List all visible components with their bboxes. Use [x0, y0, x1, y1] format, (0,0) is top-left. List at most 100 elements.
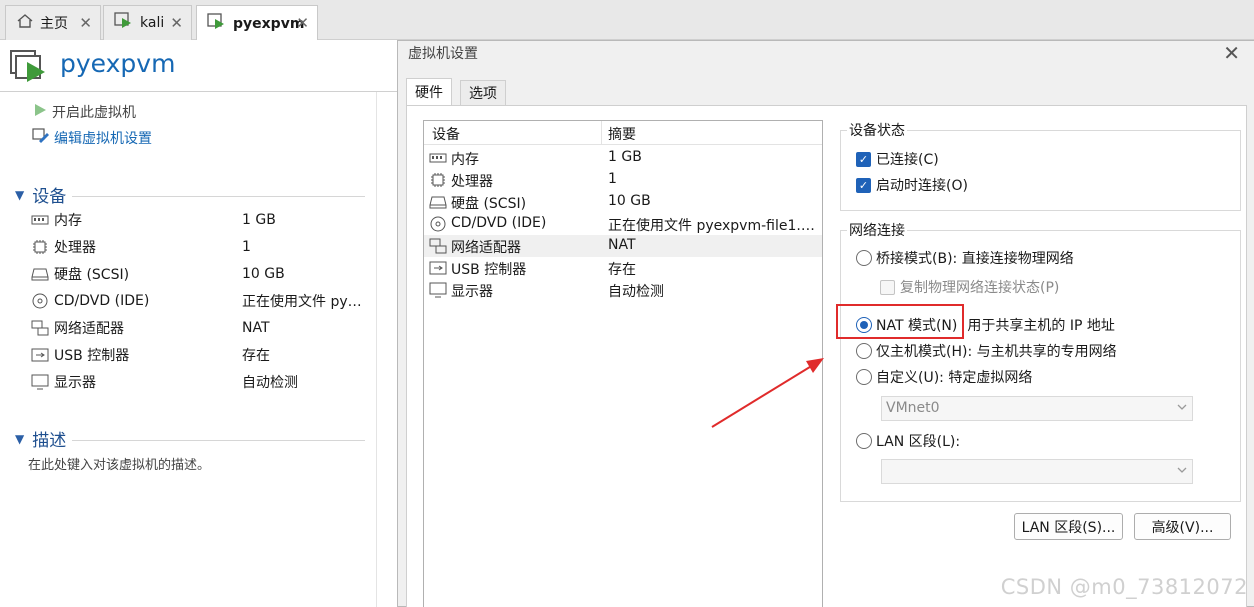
lan-segments-button[interactable]: LAN 区段(S)... — [1014, 513, 1123, 540]
power-on-action[interactable]: 开启此虚拟机 — [32, 102, 136, 122]
home-icon — [16, 13, 34, 33]
device-list-row-memory[interactable]: 内存 1 GB — [424, 147, 822, 169]
chevron-down-icon — [1176, 401, 1188, 413]
tab-kali[interactable]: kali ✕ — [103, 5, 192, 40]
custom-label: 自定义(U): 特定虚拟网络 — [876, 370, 1033, 386]
device-row-memory[interactable]: 内存 1 GB — [30, 209, 370, 231]
column-header-device[interactable]: 设备 — [432, 124, 460, 144]
replicate-physical-state-label: 复制物理网络连接状态(P) — [900, 280, 1060, 296]
lan-segment-select[interactable] — [881, 459, 1193, 484]
close-icon[interactable]: ✕ — [1223, 41, 1240, 65]
tab-hardware-label: 硬件 — [415, 85, 443, 101]
memory-icon — [429, 150, 447, 166]
device-summary: 自动检测 — [608, 284, 664, 300]
tab-home[interactable]: 主页 ✕ — [5, 5, 101, 40]
device-summary: 1 GB — [608, 149, 642, 165]
annotation-arrow-icon — [711, 358, 824, 428]
device-row-monitor[interactable]: 显示器 自动检测 — [30, 371, 370, 393]
edit-settings-action[interactable]: 编辑虚拟机设置 — [32, 128, 152, 148]
watermark: CSDN @m0_73812072 — [1000, 575, 1248, 599]
close-icon[interactable]: ✕ — [296, 14, 309, 32]
device-summary: 自动检测 — [242, 375, 298, 391]
device-list-row-usb[interactable]: USB 控制器 存在 — [424, 257, 822, 279]
vm-title: pyexpvm — [60, 49, 176, 78]
replicate-physical-state-checkbox[interactable]: 复制物理网络连接状态(P) — [880, 277, 1059, 297]
vm-settings-dialog: 虚拟机设置 ✕ 硬件 选项 设备 摘要 内存 1 GB 处理器 1 硬盘 (SC… — [397, 40, 1254, 607]
device-summary: 10 GB — [608, 193, 651, 209]
play-icon — [32, 102, 48, 122]
lan-segments-button-label: LAN 区段(S)... — [1021, 519, 1116, 536]
host-only-label: 仅主机模式(H): 与主机共享的专用网络 — [876, 344, 1117, 360]
checkmark-icon: ✓ — [856, 177, 871, 193]
device-summary: 存在 — [242, 348, 270, 364]
highlight-box — [836, 304, 964, 339]
connect-at-power-on-label: 启动时连接(O) — [876, 178, 968, 194]
radio-button — [856, 433, 872, 449]
device-row-usb[interactable]: USB 控制器 存在 — [30, 344, 370, 366]
device-row-cpu[interactable]: 处理器 1 — [30, 236, 370, 258]
custom-network-select[interactable]: VMnet0 — [881, 396, 1193, 421]
power-on-label: 开启此虚拟机 — [52, 105, 136, 121]
device-list-row-harddisk[interactable]: 硬盘 (SCSI) 10 GB — [424, 191, 822, 213]
cd-icon — [429, 216, 447, 232]
advanced-button[interactable]: 高级(V)... — [1134, 513, 1231, 540]
lan-segment-radio[interactable]: LAN 区段(L): — [856, 431, 960, 451]
advanced-button-label: 高级(V)... — [1151, 519, 1214, 536]
device-row-network[interactable]: 网络适配器 NAT — [30, 317, 370, 339]
edit-settings-icon — [32, 128, 50, 148]
tab-hardware[interactable]: 硬件 — [406, 78, 452, 105]
close-icon[interactable]: ✕ — [170, 14, 183, 32]
tab-label: kali — [140, 15, 165, 31]
device-summary: NAT — [608, 237, 636, 253]
connected-checkbox[interactable]: ✓ 已连接(C) — [856, 149, 939, 169]
device-name: 处理器 — [54, 240, 96, 256]
device-list-row-network[interactable]: 网络适配器 NAT — [424, 235, 822, 257]
monitor-icon — [30, 374, 50, 390]
connect-at-power-on-checkbox[interactable]: ✓ 启动时连接(O) — [856, 175, 968, 195]
vm-icon — [207, 12, 227, 35]
device-row-harddisk[interactable]: 硬盘 (SCSI) 10 GB — [30, 263, 370, 285]
cpu-icon — [429, 172, 447, 188]
custom-network-value: VMnet0 — [886, 400, 940, 416]
device-summary: NAT — [242, 320, 270, 336]
column-header-summary[interactable]: 摘要 — [608, 124, 636, 144]
custom-radio[interactable]: 自定义(U): 特定虚拟网络 — [856, 367, 1032, 387]
tab-bar: 主页 ✕ kali ✕ pyexpvm ✕ — [0, 0, 1254, 41]
device-name: CD/DVD (IDE) — [451, 215, 547, 231]
connected-label: 已连接(C) — [876, 152, 939, 168]
device-name: CD/DVD (IDE) — [54, 293, 150, 309]
collapse-arrow-icon: ▼ — [15, 187, 25, 202]
chevron-down-icon — [1176, 464, 1188, 476]
tab-options[interactable]: 选项 — [460, 80, 506, 105]
tab-pyexpvm[interactable]: pyexpvm ✕ — [196, 5, 318, 41]
device-name: 内存 — [451, 152, 479, 168]
cd-icon — [30, 293, 50, 309]
device-list-row-cpu[interactable]: 处理器 1 — [424, 169, 822, 191]
cpu-icon — [30, 239, 50, 255]
devices-section-header[interactable]: ▼ 设备 — [15, 182, 365, 207]
device-name: 显示器 — [451, 284, 493, 300]
usb-icon — [429, 260, 447, 276]
device-name: 显示器 — [54, 375, 96, 391]
device-summary: 存在 — [608, 262, 636, 278]
close-icon[interactable]: ✕ — [79, 14, 92, 32]
device-summary: 正在使用文件 pyexpvm-file1.iso — [608, 218, 818, 234]
description-placeholder[interactable]: 在此处键入对该虚拟机的描述。 — [28, 454, 210, 473]
network-icon — [429, 238, 447, 254]
description-section-header[interactable]: ▼ 描述 — [15, 426, 365, 451]
device-list-row-monitor[interactable]: 显示器 自动检测 — [424, 279, 822, 301]
edit-settings-label: 编辑虚拟机设置 — [54, 131, 152, 147]
host-only-radio[interactable]: 仅主机模式(H): 与主机共享的专用网络 — [856, 341, 1117, 361]
device-summary: 1 GB — [242, 212, 276, 228]
monitor-icon — [429, 282, 447, 298]
device-list-header: 设备 摘要 — [424, 121, 822, 145]
device-list-row-cddvd[interactable]: CD/DVD (IDE) 正在使用文件 pyexpvm-file1.iso — [424, 213, 822, 235]
device-row-cddvd[interactable]: CD/DVD (IDE) 正在使用文件 pyexpvm-file1.iso — [30, 290, 370, 312]
network-connection-title: 网络连接 — [847, 220, 907, 240]
device-name: USB 控制器 — [451, 262, 527, 278]
device-summary: 10 GB — [242, 266, 285, 282]
bridged-radio[interactable]: 桥接模式(B): 直接连接物理网络 — [856, 248, 1074, 268]
nat-description: 用于共享主机的 IP 地址 — [967, 318, 1115, 334]
harddisk-icon — [429, 194, 447, 210]
tab-options-label: 选项 — [469, 86, 497, 102]
